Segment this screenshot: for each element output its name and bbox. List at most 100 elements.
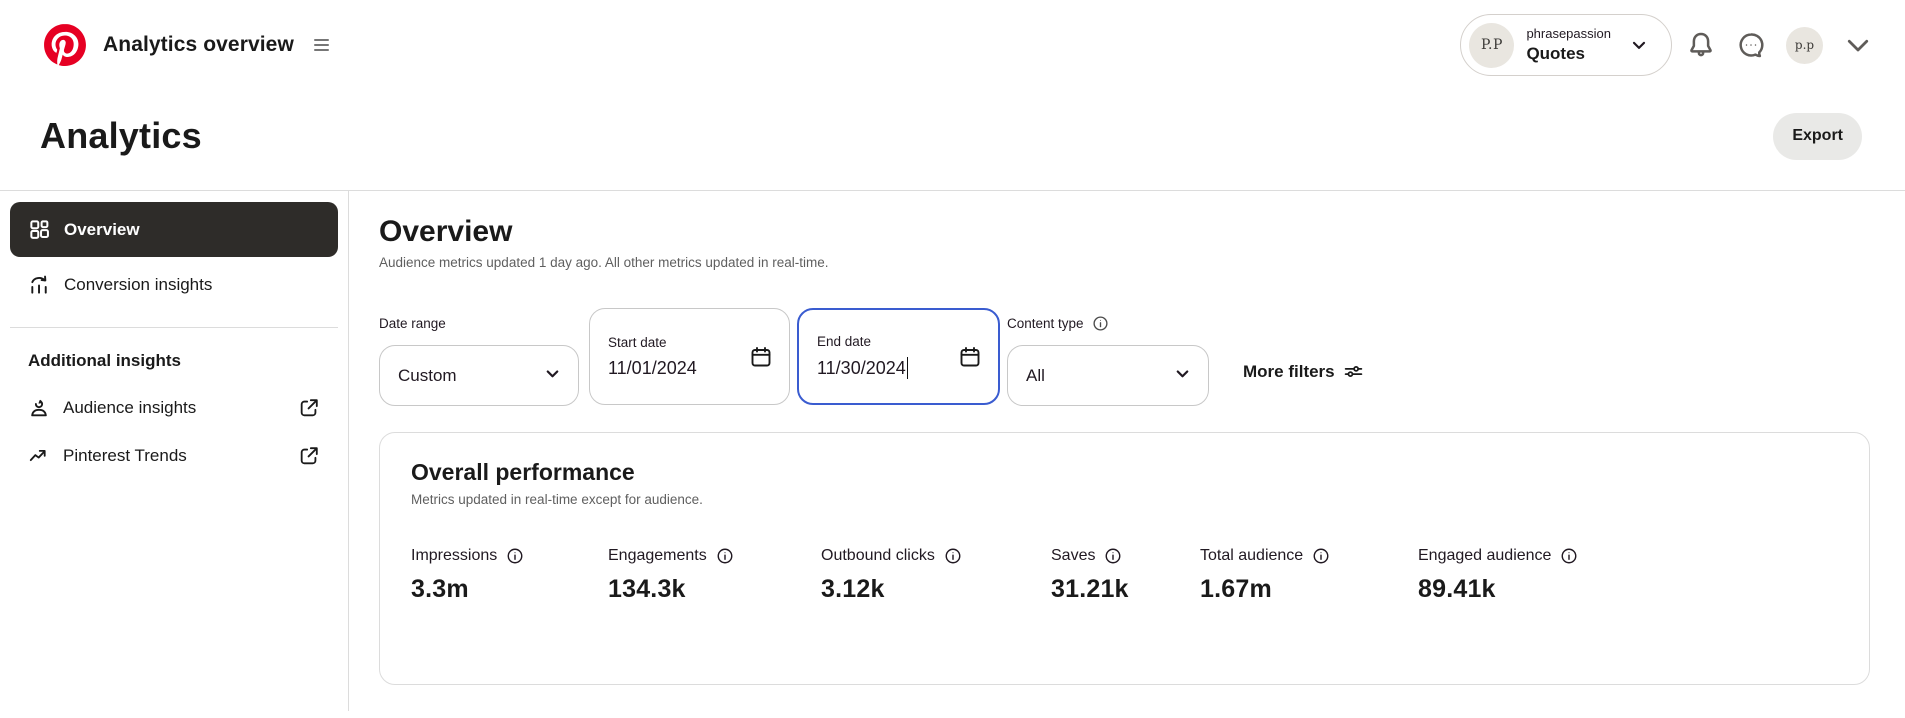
date-range-group: Date range Custom	[379, 308, 579, 406]
metrics-row: Impressions 3.3m Engagements 134.3k Outb…	[411, 547, 1839, 604]
calendar-icon	[960, 346, 980, 366]
date-range-label: Date range	[379, 316, 446, 331]
sliders-icon	[1344, 365, 1362, 378]
overall-performance-card: Overall performance Metrics updated in r…	[379, 432, 1870, 685]
profile-avatar: p.p	[1786, 26, 1823, 64]
sidebar-item-label: Overview	[64, 219, 140, 239]
more-filters-button[interactable]: More filters	[1243, 361, 1364, 382]
outbound-clicks-info-button[interactable]	[944, 547, 962, 565]
app-title: Analytics overview	[103, 33, 294, 56]
account-board-name: Quotes	[1526, 43, 1585, 63]
metric-value: 1.67m	[1200, 575, 1272, 603]
account-avatar: P.P	[1469, 22, 1515, 68]
info-icon	[1093, 316, 1108, 331]
metric-value: 3.3m	[411, 575, 469, 603]
sidebar-section-title: Additional insights	[28, 351, 181, 370]
topbar-right: P.P phrasepassion Quotes p.p	[1460, 14, 1879, 76]
chevron-down-icon	[1847, 39, 1869, 52]
chevron-down-icon	[1623, 29, 1655, 61]
metric-label: Engagements	[608, 547, 707, 564]
impressions-info-button[interactable]	[506, 547, 524, 565]
saves-info-button[interactable]	[1104, 547, 1122, 565]
metric-outbound-clicks: Outbound clicks 3.12k	[821, 547, 1051, 604]
metric-impressions: Impressions 3.3m	[411, 547, 608, 604]
grid-icon	[30, 220, 49, 239]
profile-button[interactable]: p.p	[1780, 21, 1829, 70]
date-range-select[interactable]: Custom	[379, 345, 579, 406]
engaged-audience-info-button[interactable]	[1560, 547, 1578, 565]
filters-bar: Date range Custom Start date 11/01/2024	[379, 308, 1871, 406]
export-button[interactable]: Export	[1773, 112, 1862, 160]
sidebar: Overview Conversion insights Additional …	[0, 191, 349, 711]
account-switcher[interactable]: P.P phrasepassion Quotes	[1460, 14, 1672, 76]
info-icon	[717, 548, 733, 564]
chevron-down-icon	[1173, 364, 1192, 388]
info-icon	[1106, 548, 1121, 564]
metric-saves: Saves 31.21k	[1051, 547, 1200, 604]
content-type-group: Content type All	[1007, 308, 1209, 406]
bell-icon	[1690, 32, 1712, 57]
metric-total-audience: Total audience 1.67m	[1200, 547, 1418, 604]
info-icon	[1561, 548, 1577, 564]
info-icon	[507, 548, 523, 564]
sidebar-item-pinterest-trends[interactable]: Pinterest Trends	[10, 432, 338, 480]
account-username: phrasepassion	[1526, 26, 1611, 42]
text-caret	[906, 357, 909, 379]
metric-value: 31.21k	[1051, 575, 1129, 603]
section-title: Overview	[379, 215, 513, 248]
page-header: Analytics Export	[0, 82, 1905, 190]
external-link-icon	[300, 399, 318, 417]
menu-icon[interactable]	[310, 35, 333, 55]
page-title: Analytics	[40, 115, 202, 156]
metric-label: Impressions	[411, 547, 498, 564]
content-type-info-button[interactable]	[1092, 315, 1109, 332]
metric-engagements: Engagements 134.3k	[608, 547, 821, 604]
chevron-down-icon	[543, 364, 562, 388]
start-date-field[interactable]: Start date 11/01/2024	[589, 308, 790, 405]
metric-value: 89.41k	[1418, 575, 1496, 603]
pinterest-logo-icon	[44, 24, 86, 66]
date-range-value: Custom	[398, 365, 457, 385]
sidebar-item-label: Conversion insights	[64, 274, 213, 294]
metric-label: Outbound clicks	[821, 547, 935, 564]
section-subtitle: Audience metrics updated 1 day ago. All …	[379, 255, 829, 270]
top-bar: Analytics overview P.P phrasepassion Quo…	[0, 0, 1905, 90]
content-type-value: All	[1026, 365, 1045, 385]
content-type-label: Content type	[1007, 316, 1084, 331]
more-filters-label: More filters	[1243, 361, 1335, 381]
card-subtitle: Metrics updated in real-time except for …	[411, 492, 703, 507]
pinterest-analytics-app: Analytics overview P.P phrasepassion Quo…	[0, 0, 1905, 718]
account-texts: phrasepassion Quotes	[1526, 26, 1611, 64]
accounts-menu-button[interactable]	[1837, 24, 1879, 66]
notifications-button[interactable]	[1680, 24, 1722, 66]
sidebar-link-label: Audience insights	[63, 398, 197, 417]
info-icon	[1313, 548, 1329, 564]
metric-label: Engaged audience	[1418, 547, 1552, 564]
sidebar-divider	[10, 327, 338, 328]
card-title: Overall performance	[411, 459, 635, 485]
trend-arrow-icon	[29, 449, 46, 462]
content-type-select[interactable]: All	[1007, 345, 1209, 406]
calendar-icon	[751, 346, 771, 366]
messages-button[interactable]	[1730, 24, 1772, 66]
content-type-label-row: Content type	[1007, 315, 1209, 332]
end-date-value: 11/30/2024	[817, 357, 906, 378]
sidebar-item-conversion-insights[interactable]: Conversion insights	[10, 257, 338, 312]
chat-bubble-icon	[1739, 33, 1764, 58]
start-date-value: 11/01/2024	[608, 357, 697, 378]
end-date-field[interactable]: End date 11/30/2024	[797, 308, 1000, 405]
start-date-label: Start date	[608, 334, 667, 350]
metric-label: Total audience	[1200, 547, 1304, 564]
content-layout: Overview Conversion insights Additional …	[0, 191, 1905, 711]
sidebar-item-overview[interactable]: Overview	[10, 202, 338, 257]
person-pie-icon	[31, 399, 47, 417]
engagements-info-button[interactable]	[716, 547, 734, 565]
info-icon	[945, 548, 961, 564]
total-audience-info-button[interactable]	[1312, 547, 1330, 565]
metric-value: 134.3k	[608, 575, 686, 603]
metric-label: Saves	[1051, 547, 1096, 564]
sidebar-item-audience-insights[interactable]: Audience insights	[10, 384, 338, 432]
conversion-chart-icon	[31, 275, 47, 294]
sidebar-link-label: Pinterest Trends	[63, 446, 187, 465]
pinterest-logo[interactable]	[43, 23, 87, 67]
